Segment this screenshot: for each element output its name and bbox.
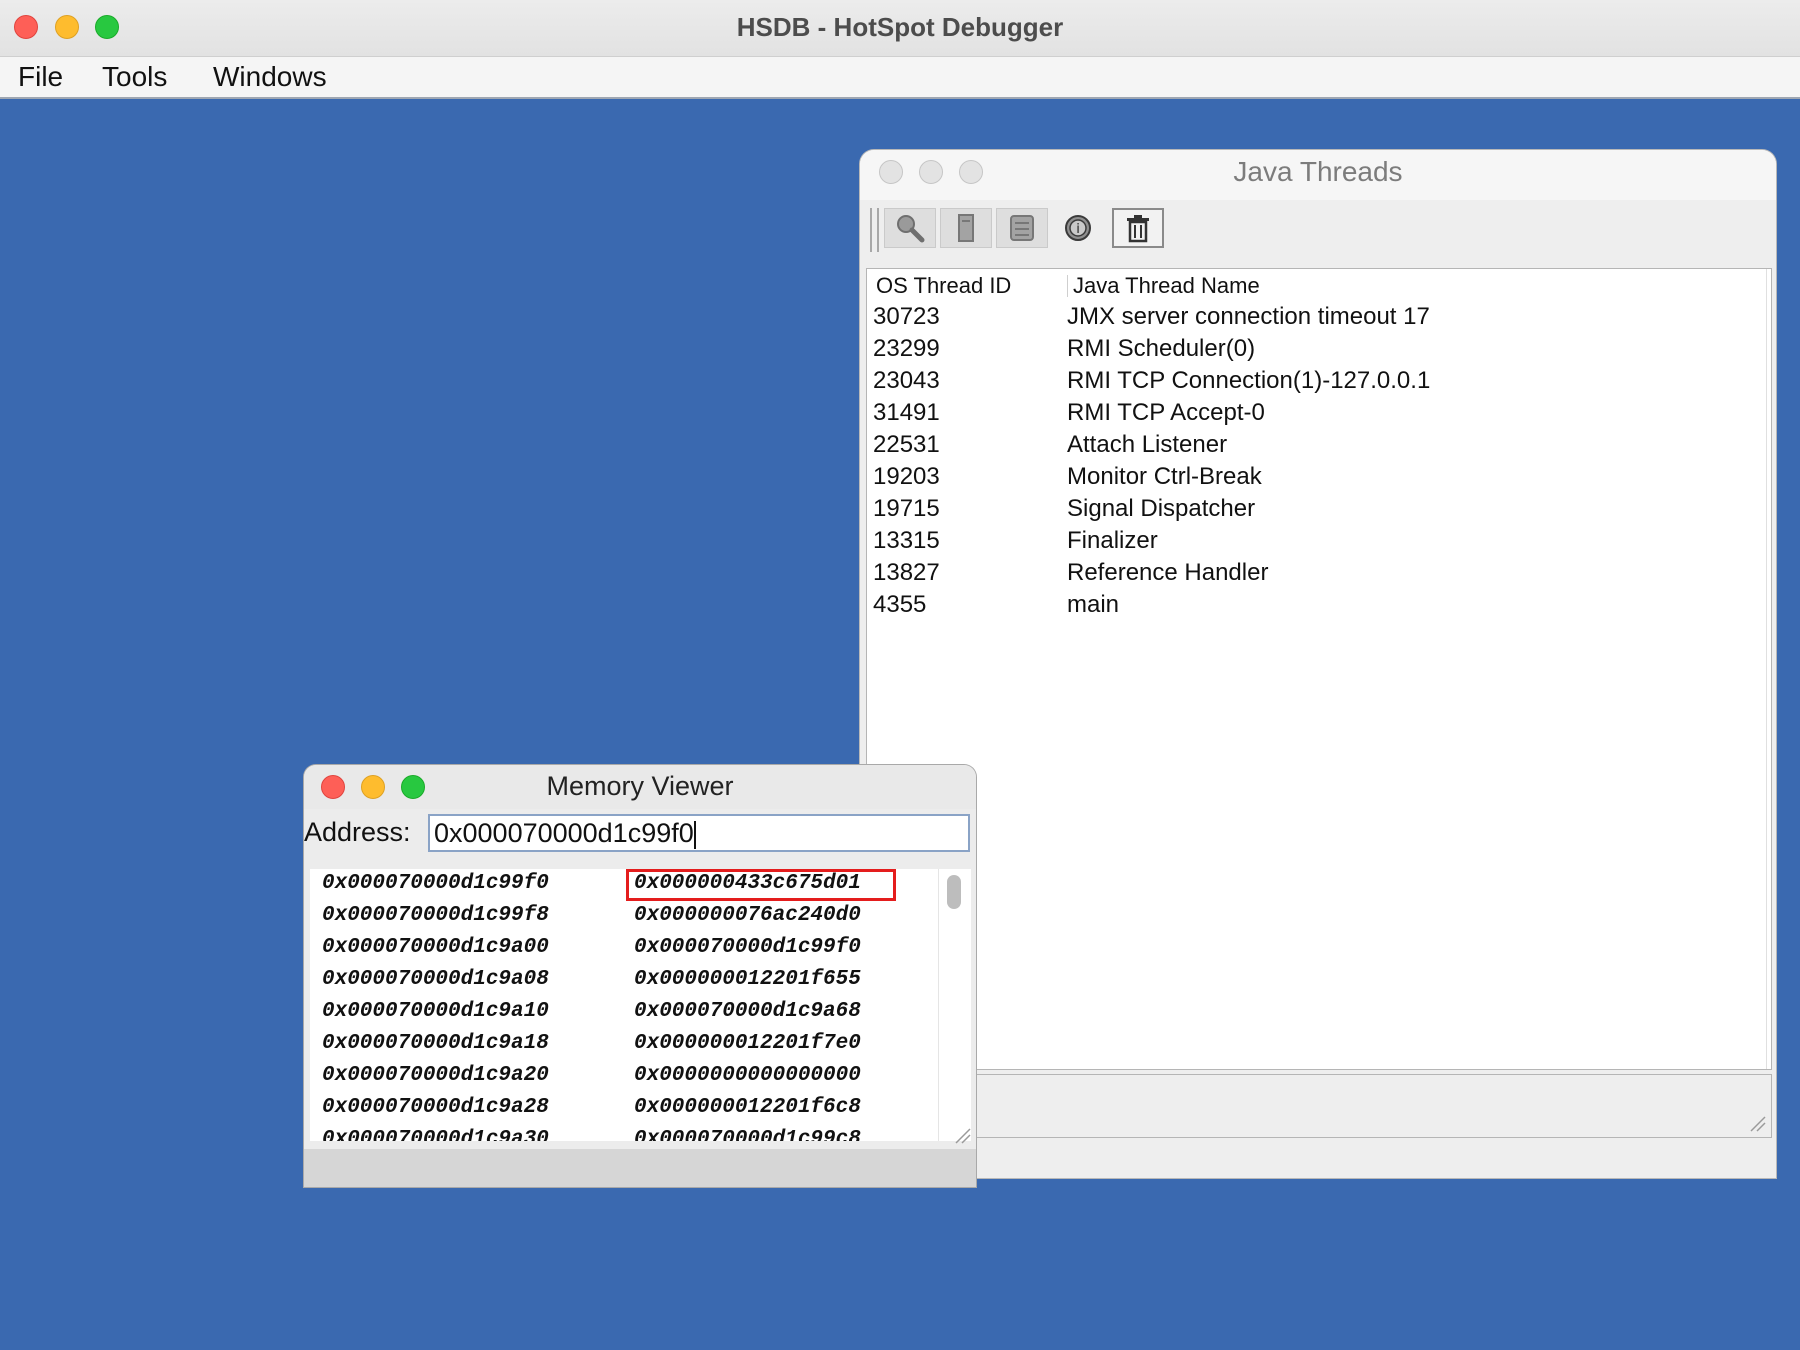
table-row[interactable]: 0x000070000d1c9a20 0x0000000000000000 <box>310 1061 942 1093</box>
deadlock-button[interactable]: i <box>1052 208 1104 248</box>
memory-address-cell: 0x000070000d1c9a20 <box>322 1064 549 1087</box>
thread-name-cell: JMX server connection timeout 17 <box>1067 303 1430 330</box>
memory-viewer-window: Memory Viewer Address: 0x000070000d1c99f… <box>304 765 976 1187</box>
inspect-thread-button[interactable] <box>884 208 936 248</box>
thread-id-cell: 19715 <box>873 495 940 522</box>
address-input[interactable]: 0x000070000d1c99f0 <box>428 814 970 852</box>
java-threads-toolbar: i <box>860 200 1776 258</box>
thread-id-cell: 13827 <box>873 559 940 586</box>
memory-address-cell: 0x000070000d1c99f0 <box>322 872 549 895</box>
table-row[interactable]: 0x000070000d1c9a10 0x000070000d1c9a68 <box>310 997 942 1029</box>
thread-info-button[interactable] <box>996 208 1048 248</box>
java-threads-title: Java Threads <box>1233 156 1403 187</box>
memory-address-cell: 0x000070000d1c9a08 <box>322 968 549 991</box>
thread-detail-panel <box>866 1074 1772 1138</box>
info-icon: i <box>1065 215 1091 241</box>
thread-id-cell: 22531 <box>873 431 940 458</box>
window-title: HSDB - HotSpot Debugger <box>736 12 1064 42</box>
memory-value-cell: 0x000000076ac240d0 <box>634 904 861 927</box>
memory-value-cell: 0x000070000d1c9a68 <box>634 1000 861 1023</box>
memory-address-cell: 0x000070000d1c9a28 <box>322 1096 549 1119</box>
table-row[interactable]: 4355 main <box>867 589 1771 621</box>
stack-trace-button[interactable] <box>940 208 992 248</box>
thread-name-cell: main <box>1067 591 1120 618</box>
memory-address-cell: 0x000070000d1c9a10 <box>322 1000 549 1023</box>
thread-name-cell: Finalizer <box>1067 527 1158 554</box>
table-row[interactable]: 30723 JMX server connection timeout 17 <box>867 301 1771 333</box>
thread-name-cell: Reference Handler <box>1067 559 1269 586</box>
memory-icon <box>1010 215 1034 241</box>
thread-name-cell: Attach Listener <box>1067 431 1228 458</box>
table-row[interactable]: 0x000070000d1c9a08 0x000000012201f655 <box>310 965 942 997</box>
memory-viewer-status-bar <box>304 1149 976 1187</box>
thread-id-cell: 4355 <box>873 591 927 618</box>
table-row[interactable]: 0x000070000d1c99f8 0x000000076ac240d0 <box>310 901 942 933</box>
table-row[interactable]: 0x000070000d1c9a28 0x000000012201f6c8 <box>310 1093 942 1125</box>
column-os-thread-id[interactable]: OS Thread ID <box>876 273 1011 299</box>
inspect-icon <box>897 215 925 243</box>
thread-id-cell: 30723 <box>873 303 940 330</box>
table-row[interactable]: 0x000070000d1c9a00 0x000070000d1c99f0 <box>310 933 942 965</box>
table-row[interactable]: 0x000070000d1c99f0 0x000000433c675d01 <box>310 869 942 901</box>
memory-value-cell: 0x000070000d1c99c8 <box>634 1128 861 1141</box>
memory-viewer-titlebar[interactable]: Memory Viewer <box>304 765 976 809</box>
thread-id-cell: 23043 <box>873 367 940 394</box>
resize-grip-icon[interactable] <box>954 1127 972 1145</box>
column-java-thread-name[interactable]: Java Thread Name <box>1073 273 1260 299</box>
address-value: 0x000070000d1c99f0 <box>434 818 694 848</box>
address-label: Address: <box>304 817 411 847</box>
thread-id-cell: 19203 <box>873 463 940 490</box>
thread-table[interactable]: OS Thread ID Java Thread Name 30723 JMX s… <box>866 268 1772 1070</box>
scrollbar-thumb[interactable] <box>947 875 961 909</box>
memory-viewer-title: Memory Viewer <box>546 771 734 801</box>
table-row[interactable]: 19715 Signal Dispatcher <box>867 493 1771 525</box>
memory-value-cell: 0x000000012201f6c8 <box>634 1096 861 1119</box>
svg-text:i: i <box>1076 222 1080 237</box>
menu-file[interactable]: File <box>18 61 63 93</box>
table-row[interactable]: 23299 RMI Scheduler(0) <box>867 333 1771 365</box>
resize-grip-icon[interactable] <box>1749 1115 1767 1133</box>
memory-scrollbar[interactable] <box>938 869 971 1141</box>
memory-value-cell: 0x000000012201f655 <box>634 968 861 991</box>
memory-value-cell: 0x000000012201f7e0 <box>634 1032 861 1055</box>
memory-address-cell: 0x000070000d1c99f8 <box>322 904 549 927</box>
java-threads-titlebar[interactable]: Java Threads <box>860 150 1776 200</box>
thread-id-cell: 23299 <box>873 335 940 362</box>
memory-table[interactable]: 0x000070000d1c99f0 0x000000433c675d01 0x00… <box>310 869 942 1141</box>
memory-value-cell: 0x0000000000000000 <box>634 1064 861 1087</box>
table-row[interactable]: 13315 Finalizer <box>867 525 1771 557</box>
menu-tools[interactable]: Tools <box>102 61 167 93</box>
thread-table-header: OS Thread ID Java Thread Name <box>867 269 1771 301</box>
thread-name-cell: RMI TCP Accept-0 <box>1067 399 1265 426</box>
thread-id-cell: 13315 <box>873 527 940 554</box>
java-threads-window: Java Threads i OS Thread ID Java Thread … <box>860 150 1776 1178</box>
table-row[interactable]: 0x000070000d1c9a18 0x000000012201f7e0 <box>310 1029 942 1061</box>
main-titlebar: HSDB - HotSpot Debugger <box>0 0 1800 57</box>
table-row[interactable]: 0x000070000d1c9a30 0x000070000d1c99c8 <box>310 1125 942 1141</box>
thread-name-cell: Signal Dispatcher <box>1067 495 1256 522</box>
delete-button[interactable] <box>1112 208 1164 248</box>
thread-id-cell: 31491 <box>873 399 940 426</box>
text-caret <box>693 820 696 849</box>
table-row[interactable]: 31491 RMI TCP Accept-0 <box>867 397 1771 429</box>
memory-value-cell: 0x000000433c675d01 <box>634 872 861 895</box>
table-row[interactable]: 19203 Monitor Ctrl-Break <box>867 461 1771 493</box>
menubar: File Tools Windows <box>0 57 1800 99</box>
stack-icon <box>958 214 974 242</box>
table-row[interactable]: 13827 Reference Handler <box>867 557 1771 589</box>
thread-name-cell: RMI TCP Connection(1)-127.0.0.1 <box>1067 367 1431 394</box>
memory-address-cell: 0x000070000d1c9a18 <box>322 1032 549 1055</box>
table-row[interactable]: 23043 RMI TCP Connection(1)-127.0.0.1 <box>867 365 1771 397</box>
thread-name-cell: RMI Scheduler(0) <box>1067 335 1256 362</box>
toolbar-grip[interactable] <box>870 208 879 252</box>
memory-address-cell: 0x000070000d1c9a00 <box>322 936 549 959</box>
memory-address-cell: 0x000070000d1c9a30 <box>322 1128 549 1141</box>
thread-name-cell: Monitor Ctrl-Break <box>1067 463 1262 490</box>
trash-icon <box>1127 215 1149 243</box>
column-separator[interactable] <box>1067 275 1068 297</box>
memory-value-cell: 0x000070000d1c99f0 <box>634 936 861 959</box>
table-row[interactable]: 22531 Attach Listener <box>867 429 1771 461</box>
menu-windows[interactable]: Windows <box>213 61 327 93</box>
